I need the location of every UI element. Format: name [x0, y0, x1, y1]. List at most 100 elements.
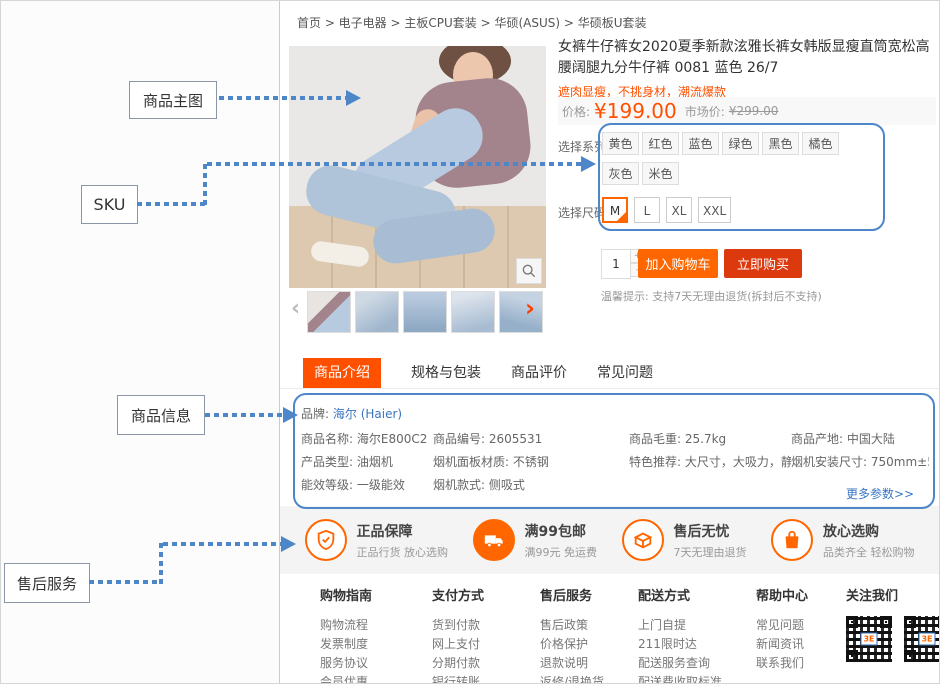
footer-link[interactable]: 配送费收取标准 [638, 673, 756, 684]
annotation-arrow-main-image [219, 96, 346, 100]
footer-link[interactable]: 货到付款 [432, 616, 540, 635]
tab-reviews[interactable]: 商品评价 [511, 358, 567, 388]
service-desc: 正品行货 放心选购 [357, 544, 449, 560]
series-option[interactable]: 橘色 [802, 132, 839, 155]
info-field-label: 烟机面板材质: [433, 455, 509, 469]
footer-link[interactable]: 分期付款 [432, 654, 540, 673]
breadcrumb[interactable]: 首页 > 电子电器 > 主板CPU套装 > 华硕(ASUS) > 华硕板U套装 [297, 14, 647, 31]
series-option[interactable]: 红色 [642, 132, 679, 155]
buy-now-button[interactable]: 立即购买 [724, 249, 802, 278]
footer-link[interactable]: 配送服务查询 [638, 654, 756, 673]
annotation-arrowhead-sku [581, 156, 596, 172]
add-to-cart-button[interactable]: 加入购物车 [638, 249, 718, 278]
tab-faq[interactable]: 常见问题 [597, 358, 653, 388]
series-option[interactable]: 米色 [642, 162, 679, 185]
thumbnail[interactable] [355, 291, 399, 333]
annotation-label-text: 商品主图 [143, 90, 203, 111]
gallery-next-icon[interactable]: › [525, 294, 535, 322]
footer-link[interactable]: 返修/退换货 [540, 673, 638, 684]
annotation-label-sku: SKU [81, 185, 138, 224]
footer-link[interactable]: 联系我们 [756, 654, 846, 673]
size-option-selected[interactable]: M [602, 197, 628, 223]
product-main-image[interactable] [289, 46, 546, 288]
info-field: 烟机面板材质: 不锈钢 [433, 453, 629, 470]
service-title: 满99包邮 [525, 521, 598, 541]
footer-link[interactable]: 常见问题 [756, 616, 846, 635]
footer-link[interactable]: 上门自提 [638, 616, 756, 635]
info-field-label: 烟机安装尺寸: [791, 455, 867, 469]
thumbnail[interactable] [403, 291, 447, 333]
qr-logo: 3E [860, 633, 877, 646]
info-field-value: 25.7kg [685, 432, 726, 446]
info-field-label: 烟机款式: [433, 478, 485, 492]
magnifier-icon[interactable] [516, 258, 542, 284]
qr-code: 3E [846, 616, 892, 662]
footer-link[interactable]: 购物流程 [320, 616, 432, 635]
qr-code-row: 3E 3E [846, 616, 940, 662]
info-field-value: 侧吸式 [489, 478, 525, 492]
annotation-arrow-sku-seg3 [207, 162, 581, 166]
footer-link[interactable]: 发票制度 [320, 635, 432, 654]
annotation-arrow-service-seg2 [159, 542, 163, 584]
thumbnail[interactable] [499, 291, 543, 333]
qr-finder [904, 650, 916, 662]
qr-code: 3E [904, 616, 940, 662]
info-field: 特色推荐: 大尺寸，大吸力，静音... [629, 453, 791, 470]
series-option[interactable]: 灰色 [602, 162, 639, 185]
info-field-label: 能效等级: [301, 478, 353, 492]
footer-link[interactable]: 银行转账 [432, 673, 540, 684]
size-option[interactable]: XXL [698, 197, 731, 223]
footer-link[interactable]: 服务协议 [320, 654, 432, 673]
footer-link[interactable]: 会员优惠 [320, 673, 432, 684]
warm-tip-text: 温馨提示: 支持7天无理由退货(拆封后不支持) [601, 288, 822, 304]
service-guarantee-strip: 正品保障 正品行货 放心选购 满99包邮 满99元 免运费 售后无忧 7天无理由… [280, 506, 939, 574]
thumbnail[interactable] [451, 291, 495, 333]
info-field: 商品毛重: 25.7kg [629, 430, 791, 447]
brand-link[interactable]: 海尔 (Haier) [333, 407, 402, 421]
market-price-label: 市场价: [685, 103, 725, 120]
info-field: 商品产地: 中国大陆 [791, 430, 929, 447]
info-field-value: 一级能效 [357, 478, 405, 492]
tab-spec-package[interactable]: 规格与包装 [411, 358, 481, 388]
service-title: 正品保障 [357, 521, 449, 541]
footer-link[interactable]: 价格保护 [540, 635, 638, 654]
series-option[interactable]: 黑色 [762, 132, 799, 155]
size-option[interactable]: L [634, 197, 660, 223]
info-field-value: 大尺寸，大吸力，静音... [685, 455, 791, 469]
product-info-grid: 商品名称: 海尔E800C2 商品编号: 2605531 商品毛重: 25.7k… [301, 430, 929, 493]
more-params-link[interactable]: 更多参数>> [846, 485, 914, 502]
thumbnail[interactable] [307, 291, 351, 333]
footer-link[interactable]: 售后政策 [540, 616, 638, 635]
info-field: 商品编号: 2605531 [433, 430, 629, 447]
series-option[interactable]: 黄色 [602, 132, 639, 155]
annotation-label-info: 商品信息 [117, 395, 205, 435]
qr-finder [904, 616, 916, 628]
info-field-value: 油烟机 [357, 455, 393, 469]
detail-tabbar: 商品介绍 规格与包装 商品评价 常见问题 [280, 358, 939, 389]
info-field: 烟机款式: 侧吸式 [433, 476, 629, 493]
footer-column-delivery: 配送方式 上门自提 211限时达 配送服务查询 配送费收取标准 海外配送 [638, 585, 756, 684]
info-field-label: 商品毛重: [629, 432, 681, 446]
tab-product-intro[interactable]: 商品介绍 [303, 358, 381, 388]
quantity-input[interactable]: 1 [601, 249, 631, 279]
annotation-arrow-sku-seg2 [203, 162, 207, 205]
info-field: 能效等级: 一级能效 [301, 476, 433, 493]
footer-link[interactable]: 新闻资讯 [756, 635, 846, 654]
footer-column-title: 配送方式 [638, 585, 756, 604]
product-title: 女裤牛仔裤女2020夏季新款泫雅长裤女韩版显瘦直筒宽松高腰阔腿九分牛仔裤 008… [558, 37, 936, 79]
gallery-prev-icon[interactable]: ‹ [291, 296, 300, 321]
footer-column-payment: 支付方式 货到付款 网上支付 分期付款 银行转账 [432, 585, 540, 684]
size-options-row: M L XL XXL [602, 197, 731, 223]
footer-link[interactable]: 退款说明 [540, 654, 638, 673]
info-field-value: 750mm±50mm（烟... [871, 455, 929, 469]
info-field-label: 产品类型: [301, 455, 353, 469]
series-option[interactable]: 绿色 [722, 132, 759, 155]
footer-link[interactable]: 211限时达 [638, 635, 756, 654]
info-field-value: 海尔E800C2 [357, 432, 428, 446]
series-option[interactable]: 蓝色 [682, 132, 719, 155]
size-option[interactable]: XL [666, 197, 692, 223]
footer-link[interactable]: 网上支付 [432, 635, 540, 654]
service-item: 满99包邮 满99元 免运费 [473, 519, 598, 561]
annotation-label-text: 商品信息 [131, 405, 191, 426]
annotation-label-text: 售后服务 [17, 573, 77, 594]
